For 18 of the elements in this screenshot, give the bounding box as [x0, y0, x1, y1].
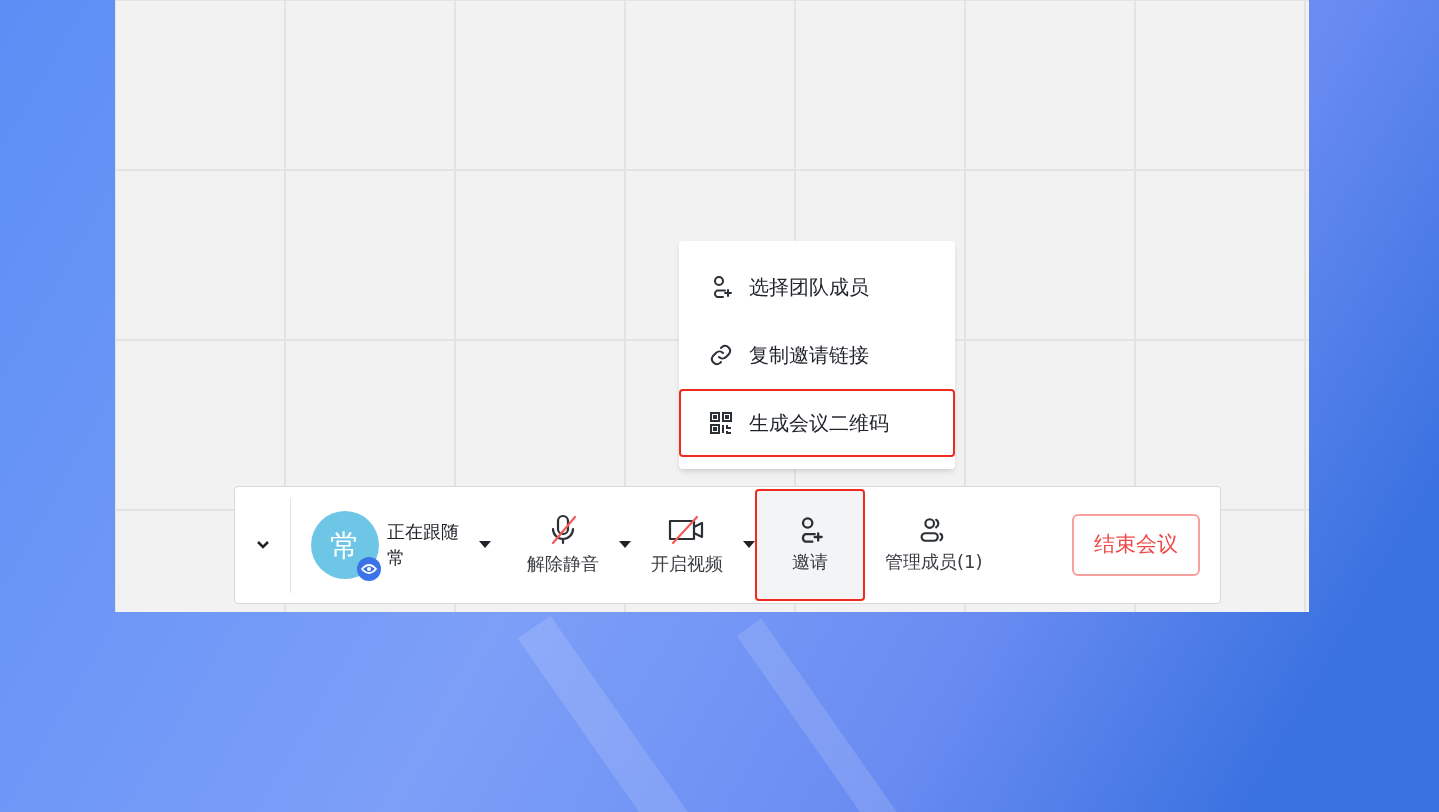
dropdown-caret-icon[interactable]: [743, 541, 755, 549]
chevron-down-icon: [254, 539, 271, 551]
follow-status: 正在跟随: [387, 520, 460, 544]
menu-item[interactable]: 生成会议二维码: [679, 389, 955, 457]
menu-item[interactable]: 选择团队成员: [679, 253, 955, 321]
qr-code-icon: [709, 411, 733, 435]
followed-user-name: 常: [387, 546, 406, 570]
toolbar-button[interactable]: 管理成员(1): [865, 489, 1003, 601]
dropdown-caret-icon[interactable]: [619, 541, 631, 549]
toolbar-button[interactable]: 开启视频: [631, 489, 743, 601]
end-meeting-button[interactable]: 结束会议: [1072, 514, 1200, 576]
link-icon: [709, 343, 733, 367]
toolbar-button[interactable]: 解除静音: [507, 489, 619, 601]
dropdown-caret-icon[interactable]: [479, 541, 491, 549]
avatar: 常: [311, 511, 379, 579]
eye-icon: [357, 557, 381, 581]
menu-item[interactable]: 复制邀请链接: [679, 321, 955, 389]
toolbar-button[interactable]: 邀请: [755, 489, 865, 601]
